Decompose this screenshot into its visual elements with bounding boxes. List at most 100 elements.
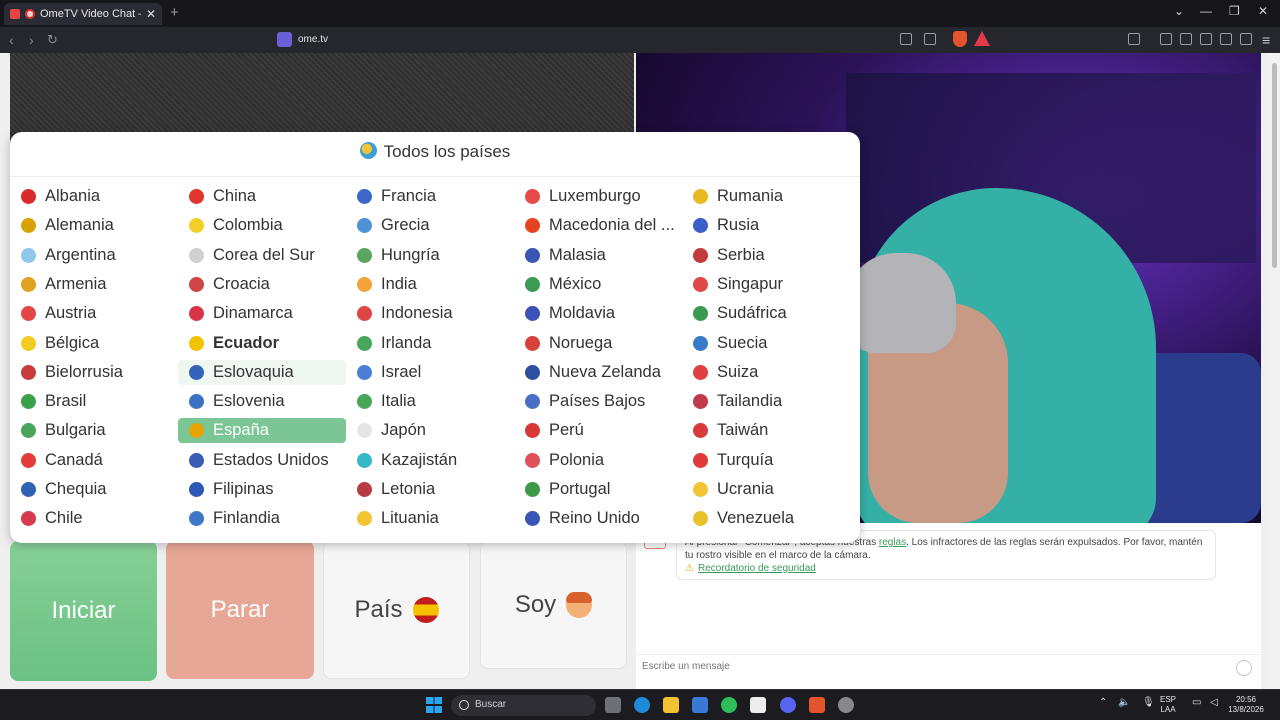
whatsapp-icon[interactable] [721, 697, 737, 713]
maximize-icon[interactable]: ❐ [1229, 4, 1240, 18]
all-countries-header[interactable]: Todos los países [10, 142, 860, 162]
country-option[interactable]: Bulgaria [10, 418, 178, 443]
discord-icon[interactable] [780, 697, 796, 713]
leo-icon[interactable] [1220, 33, 1232, 45]
country-option[interactable]: Alemania [10, 213, 178, 238]
country-option[interactable]: Singapur [682, 272, 850, 297]
country-option[interactable]: Dinamarca [178, 301, 346, 326]
country-option[interactable]: Países Bajos [514, 389, 682, 414]
country-option[interactable]: Rusia [682, 213, 850, 238]
url-text[interactable]: ome.tv [298, 34, 328, 45]
edge-icon[interactable] [634, 697, 650, 713]
country-option[interactable]: Ecuador [178, 331, 346, 356]
country-option[interactable]: Corea del Sur [178, 243, 346, 268]
wallet-icon[interactable] [1200, 33, 1212, 45]
country-option[interactable]: Taiwán [682, 418, 850, 443]
new-tab-button[interactable]: + [170, 4, 179, 21]
country-option[interactable]: Sudáfrica [682, 301, 850, 326]
gender-button[interactable]: Soy [480, 541, 627, 669]
close-window-icon[interactable]: ✕ [1258, 4, 1268, 18]
country-option[interactable]: Israel [346, 360, 514, 385]
cast-icon[interactable] [924, 33, 936, 45]
country-option[interactable]: Reino Unido [514, 506, 682, 531]
country-option[interactable]: Grecia [346, 213, 514, 238]
country-option[interactable]: Bélgica [10, 331, 178, 356]
mic-icon[interactable]: 🎙 [1142, 698, 1155, 708]
country-button[interactable]: País [323, 541, 470, 679]
country-option[interactable]: Lituania [346, 506, 514, 531]
country-option[interactable]: Austria [10, 301, 178, 326]
tab-list-icon[interactable]: ⌄ [1174, 4, 1184, 18]
file-explorer-icon[interactable] [663, 697, 679, 713]
country-option[interactable]: China [178, 184, 346, 209]
country-option[interactable]: Serbia [682, 243, 850, 268]
tray-chevron-icon[interactable]: ⌃ [1099, 698, 1107, 708]
country-option[interactable]: Indonesia [346, 301, 514, 326]
country-option[interactable]: Chile [10, 506, 178, 531]
country-option[interactable]: Suiza [682, 360, 850, 385]
country-option[interactable]: Portugal [514, 477, 682, 502]
country-option[interactable]: Colombia [178, 213, 346, 238]
country-option[interactable]: Venezuela [682, 506, 850, 531]
rules-link[interactable]: reglas [879, 537, 906, 548]
clock[interactable]: 20:56 13/8/2026 [1226, 695, 1266, 715]
volume-icon[interactable]: 🔈 [1118, 698, 1130, 708]
country-option[interactable]: Macedonia del ... [514, 213, 682, 238]
menu-icon[interactable]: ≡ [1262, 32, 1270, 48]
app-icon[interactable] [838, 697, 854, 713]
vpn-icon[interactable] [1240, 33, 1252, 45]
minimize-icon[interactable]: — [1200, 4, 1212, 18]
network-icon[interactable]: ▭ [1192, 698, 1201, 708]
country-option[interactable]: Brasil [10, 389, 178, 414]
brave-icon[interactable] [809, 697, 825, 713]
country-option[interactable]: Polonia [514, 448, 682, 473]
close-tab-icon[interactable]: ✕ [146, 7, 156, 21]
brave-rewards-icon[interactable] [974, 31, 990, 46]
country-option[interactable]: Ucrania [682, 477, 850, 502]
country-option[interactable]: España [178, 418, 346, 443]
country-option[interactable]: Canadá [10, 448, 178, 473]
language-indicator[interactable]: ESP LAA [1160, 695, 1176, 715]
safety-reminder-link[interactable]: Recordatorio de seguridad [698, 563, 816, 574]
reader-icon[interactable] [1180, 33, 1192, 45]
scrollbar-thumb[interactable] [1272, 63, 1277, 268]
country-option[interactable]: Suecia [682, 331, 850, 356]
country-option[interactable]: Eslovenia [178, 389, 346, 414]
country-option[interactable]: Albania [10, 184, 178, 209]
media-icon[interactable] [1160, 33, 1172, 45]
country-option[interactable]: Nueva Zelanda [514, 360, 682, 385]
speaker-icon[interactable]: ◁ [1210, 698, 1218, 708]
country-option[interactable]: Bielorrusia [10, 360, 178, 385]
windows-start-icon[interactable] [426, 697, 442, 713]
tab-ometv[interactable]: OmeTV Video Chat — Omeg ✕ [4, 3, 162, 25]
country-option[interactable]: Armenia [10, 272, 178, 297]
country-option[interactable]: Kazajistán [346, 448, 514, 473]
country-option[interactable]: Croacia [178, 272, 346, 297]
country-option[interactable]: Eslovaquia [178, 360, 346, 385]
country-option[interactable]: Chequia [10, 477, 178, 502]
store-icon[interactable] [692, 697, 708, 713]
brave-shields-icon[interactable] [953, 31, 967, 47]
country-option[interactable]: Perú [514, 418, 682, 443]
capcut-icon[interactable] [750, 697, 766, 713]
forward-icon[interactable]: › [29, 32, 34, 48]
country-option[interactable]: Noruega [514, 331, 682, 356]
country-option[interactable]: Japón [346, 418, 514, 443]
country-option[interactable]: Hungría [346, 243, 514, 268]
country-option[interactable]: Luxemburgo [514, 184, 682, 209]
country-option[interactable]: Letonia [346, 477, 514, 502]
country-option[interactable]: Argentina [10, 243, 178, 268]
start-button[interactable]: Iniciar [10, 541, 157, 681]
emoji-icon[interactable] [1236, 660, 1252, 676]
translate-icon[interactable] [900, 33, 912, 45]
country-option[interactable]: Estados Unidos [178, 448, 346, 473]
country-option[interactable]: Tailandia [682, 389, 850, 414]
reload-icon[interactable]: ↻ [47, 32, 58, 48]
country-option[interactable]: Italia [346, 389, 514, 414]
task-view-icon[interactable] [605, 697, 621, 713]
sidebar-icon[interactable] [1128, 33, 1140, 45]
message-input[interactable] [642, 661, 1222, 672]
country-option[interactable]: Turquía [682, 448, 850, 473]
country-option[interactable]: Irlanda [346, 331, 514, 356]
country-option[interactable]: Malasia [514, 243, 682, 268]
